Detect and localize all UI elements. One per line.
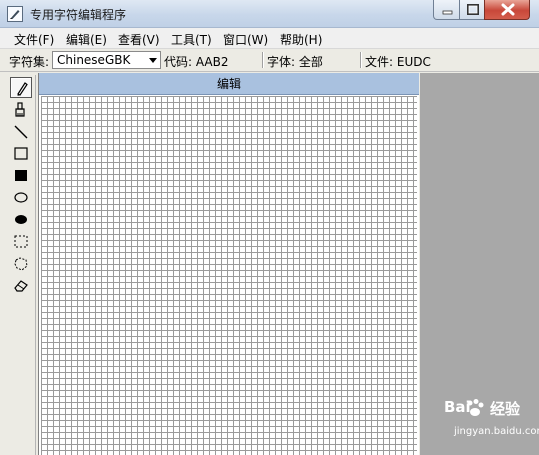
- rect-select-icon: [14, 235, 28, 248]
- separator: [262, 52, 264, 68]
- minimize-button[interactable]: [433, 0, 460, 20]
- pencil-icon: [17, 82, 28, 96]
- window-title: 专用字符编辑程序: [30, 8, 127, 22]
- tool-filled-rectangle[interactable]: [10, 165, 32, 186]
- menu-view[interactable]: 查看(V): [118, 31, 160, 48]
- tool-pencil[interactable]: [10, 77, 32, 98]
- app-icon: [7, 6, 23, 22]
- tool-filled-ellipse[interactable]: [10, 209, 32, 230]
- tool-rectangle[interactable]: [10, 143, 32, 164]
- font-readout: 字体: 全部: [267, 55, 323, 69]
- glyph-edit-grid[interactable]: [41, 96, 417, 455]
- line-icon: [14, 125, 28, 139]
- menu-window[interactable]: 窗口(W): [223, 31, 268, 48]
- rectangle-outline-icon: [14, 147, 28, 160]
- rectangle-filled-icon: [15, 170, 27, 181]
- watermark-url: jingyan.baidu.com: [454, 426, 539, 437]
- watermark: Bai 经验 jingyan.baidu.com: [420, 396, 539, 446]
- menu-tools[interactable]: 工具(T): [171, 31, 212, 48]
- title-bar: 专用字符编辑程序: [0, 0, 539, 28]
- paw-icon: [467, 399, 484, 416]
- watermark-brand-suffix: 经验: [490, 400, 521, 418]
- minimize-icon: [442, 10, 453, 15]
- tool-rect-select[interactable]: [10, 231, 32, 252]
- separator: [360, 52, 362, 68]
- tool-freeform-select[interactable]: [10, 253, 32, 274]
- tool-eraser[interactable]: [10, 275, 32, 296]
- info-bar: 字符集: ChineseGBK 代码: AAB2 字体: 全部 文件: EUDC: [0, 49, 539, 72]
- ellipse-filled-icon: [15, 215, 27, 224]
- maximize-button[interactable]: [459, 0, 485, 20]
- ellipse-outline-icon: [14, 192, 28, 203]
- charset-select[interactable]: ChineseGBK: [52, 51, 161, 69]
- toolbox: [8, 75, 36, 455]
- file-readout: 文件: EUDC: [365, 55, 431, 69]
- maximize-icon: [467, 4, 479, 15]
- charset-value: ChineseGBK: [57, 53, 131, 67]
- tool-line[interactable]: [10, 121, 32, 142]
- close-icon: [501, 3, 515, 16]
- eraser-icon: [14, 280, 28, 292]
- dropdown-arrow-icon: [149, 58, 157, 63]
- tool-ellipse[interactable]: [10, 187, 32, 208]
- edit-pane-title: 编辑: [216, 77, 241, 91]
- charset-label: 字符集:: [9, 55, 50, 69]
- close-button[interactable]: [484, 0, 530, 20]
- tool-brush[interactable]: [10, 99, 32, 120]
- menu-help[interactable]: 帮助(H): [280, 31, 322, 48]
- menu-bar: 文件(F) 编辑(E) 查看(V) 工具(T) 窗口(W) 帮助(H): [0, 28, 539, 49]
- menu-file[interactable]: 文件(F): [14, 31, 54, 48]
- edit-pane-header: 编辑: [39, 73, 419, 95]
- freeform-select-icon: [14, 257, 28, 271]
- code-readout: 代码: AAB2: [164, 55, 229, 69]
- eudc-editor-window: 专用字符编辑程序 文件(F) 编辑(E) 查看(V) 工具(T) 窗口(W) 帮…: [0, 0, 539, 455]
- menu-edit[interactable]: 编辑(E): [66, 31, 107, 48]
- brush-icon: [15, 102, 25, 117]
- edit-pane: 编辑: [38, 73, 419, 455]
